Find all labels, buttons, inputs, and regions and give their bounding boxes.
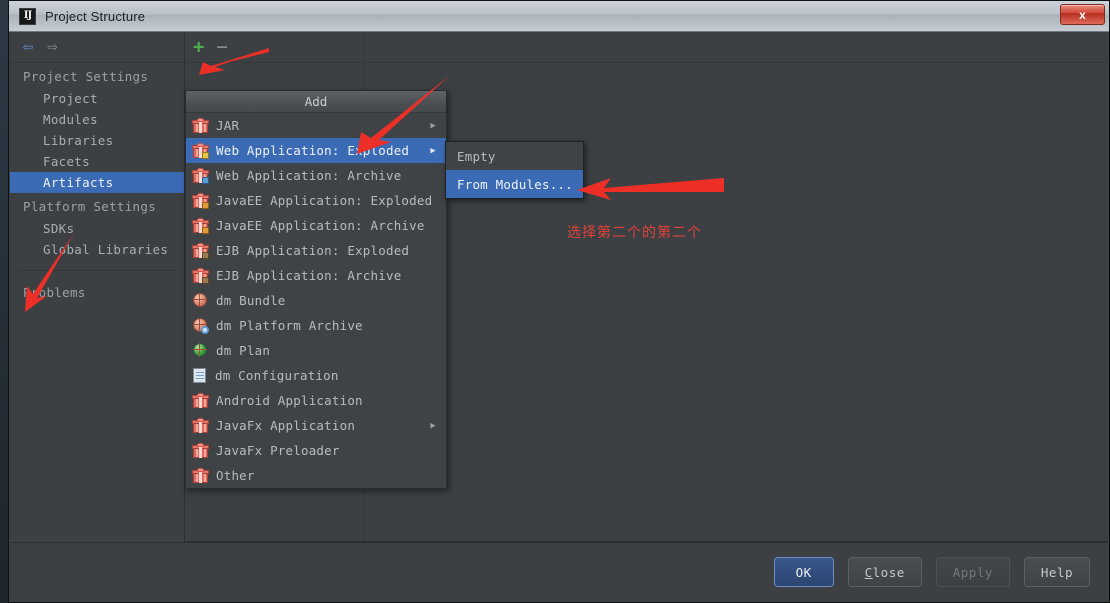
dialog-body: ⇦ ⇨ Project Settings Project Modules Librar…: [9, 32, 1109, 602]
intellij-logo-icon: IJ: [19, 7, 36, 25]
project-structure-dialog: IJ Project Structure x ⇦ ⇨ Project Setti…: [8, 0, 1110, 603]
window-title: Project Structure: [45, 8, 146, 24]
gift-box-icon: [192, 443, 209, 458]
settings-sidebar: ⇦ ⇨ Project Settings Project Modules Librar…: [10, 33, 185, 542]
menu-item-web-application-exploded[interactable]: Web Application: Exploded ▶: [186, 138, 446, 163]
gift-box-icon: [192, 418, 209, 433]
sphere-icon: [193, 293, 208, 308]
menu-item-label: JavaFx Preloader: [216, 443, 340, 458]
remove-icon[interactable]: −: [216, 38, 227, 57]
add-icon[interactable]: +: [193, 38, 204, 57]
menu-item-javaee-application-archive[interactable]: JavaEE Application: Archive: [186, 213, 446, 238]
menu-item-label: Web Application: Exploded: [216, 143, 410, 158]
sidebar-item-problems[interactable]: Problems: [10, 271, 184, 304]
menu-item-javafx-preloader[interactable]: JavaFx Preloader: [186, 438, 446, 463]
sidebar-item-global-libraries[interactable]: Global Libraries: [10, 239, 184, 260]
menu-item-label: Other: [216, 468, 255, 483]
ok-button[interactable]: OK: [773, 557, 834, 587]
sphere-icon: [193, 318, 209, 334]
globe-icon: [193, 343, 208, 358]
sidebar-group-header: Platform Settings: [23, 199, 157, 214]
gift-box-icon: [192, 393, 209, 408]
submenu-item-empty[interactable]: Empty: [446, 142, 583, 170]
gift-box-icon: [192, 468, 209, 483]
menu-item-dm-bundle[interactable]: dm Bundle: [186, 288, 446, 313]
back-arrow-icon[interactable]: ⇦: [23, 39, 33, 56]
toolbar-divider: [364, 33, 365, 62]
chevron-right-icon: ▶: [430, 120, 436, 131]
title-bar: IJ Project Structure x: [9, 1, 1109, 32]
sidebar-item-libraries[interactable]: Libraries: [10, 130, 184, 151]
gift-box-icon: [192, 118, 209, 133]
gift-box-icon: [192, 243, 209, 259]
gift-box-icon: [192, 168, 209, 184]
menu-item-ejb-application-exploded[interactable]: EJB Application: Exploded: [186, 238, 446, 263]
menu-item-javafx-application[interactable]: JavaFx Application ▶: [186, 413, 446, 438]
menu-item-javaee-application-exploded[interactable]: JavaEE Application: Exploded: [186, 188, 446, 213]
gift-box-icon: [192, 218, 209, 234]
menu-item-label: JAR: [216, 118, 240, 133]
annotation-text: 选择第二个的第二个: [567, 225, 702, 241]
sidebar-item-project[interactable]: Project: [10, 88, 184, 109]
menu-title: Add: [186, 91, 446, 113]
menu-item-label: JavaEE Application: Exploded: [216, 193, 433, 208]
menu-item-dm-configuration[interactable]: dm Configuration: [186, 363, 446, 388]
document-icon: [193, 368, 206, 383]
gift-box-icon: [192, 193, 209, 209]
menu-item-label: JavaFx Application: [216, 418, 356, 433]
menu-item-label: Android Application: [216, 393, 363, 408]
menu-item-other[interactable]: Other: [186, 463, 446, 488]
menu-item-dm-platform-archive[interactable]: dm Platform Archive: [186, 313, 446, 338]
help-button[interactable]: Help: [1023, 557, 1090, 587]
menu-item-jar[interactable]: JAR ▶: [186, 113, 446, 138]
menu-item-label: dm Plan: [216, 343, 271, 358]
menu-item-label: dm Configuration: [215, 368, 339, 383]
chevron-right-icon: ▶: [430, 420, 436, 431]
close-icon[interactable]: x: [1060, 4, 1105, 25]
menu-item-label: EJB Application: Exploded: [216, 243, 410, 258]
artifacts-toolbar: + −: [185, 33, 1108, 63]
forward-arrow-icon[interactable]: ⇨: [47, 39, 57, 56]
menu-item-web-application-archive[interactable]: Web Application: Archive: [186, 163, 446, 188]
menu-item-android-application[interactable]: Android Application: [186, 388, 446, 413]
web-application-exploded-submenu: Empty From Modules...: [445, 141, 584, 199]
sidebar-item-modules[interactable]: Modules: [10, 109, 184, 130]
menu-item-label: Web Application: Archive: [216, 168, 402, 183]
chevron-right-icon: ▶: [430, 145, 436, 156]
menu-item-ejb-application-archive[interactable]: EJB Application: Archive: [186, 263, 446, 288]
sidebar-item-sdks[interactable]: SDKs: [10, 218, 184, 239]
sidebar-item-artifacts[interactable]: Artifacts: [10, 172, 184, 193]
sidebar-group-header: Project Settings: [23, 69, 149, 84]
gift-box-icon: [192, 143, 209, 159]
menu-item-label: EJB Application: Archive: [216, 268, 402, 283]
close-button[interactable]: Close: [847, 557, 922, 587]
sidebar-item-facets[interactable]: Facets: [10, 151, 184, 172]
menu-item-label: dm Bundle: [216, 293, 286, 308]
submenu-item-from-modules[interactable]: From Modules...: [446, 170, 583, 198]
menu-item-label: JavaEE Application: Archive: [216, 218, 425, 233]
dialog-footer: OK Close Apply Help: [10, 542, 1108, 601]
apply-button: Apply: [935, 557, 1010, 587]
menu-item-label: dm Platform Archive: [216, 318, 363, 333]
add-artifact-menu: Add JAR ▶ Web Application: Exploded ▶ Web Ap…: [185, 90, 447, 489]
sidebar-nav-bar: ⇦ ⇨: [10, 33, 184, 63]
gift-box-icon: [192, 268, 209, 284]
menu-item-dm-plan[interactable]: dm Plan: [186, 338, 446, 363]
